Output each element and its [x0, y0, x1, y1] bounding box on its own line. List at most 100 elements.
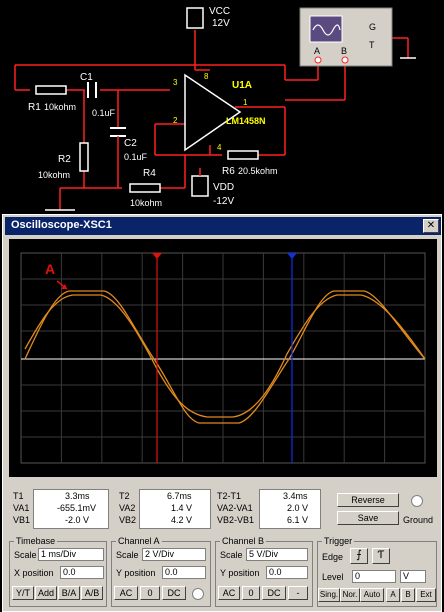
channel-b-dc-button[interactable]: DC — [262, 586, 286, 600]
timebase-scale-label: Scale — [14, 550, 37, 560]
vdd-value: -12V — [213, 196, 235, 207]
title-bar[interactable]: Oscilloscope-XSC1 ✕ — [5, 217, 441, 235]
trigger-title: Trigger — [322, 536, 355, 546]
channel-b-ac-button[interactable]: AC — [218, 586, 240, 600]
trigger-ext-button[interactable]: Ext — [416, 588, 436, 602]
window-title: Oscilloscope-XSC1 — [11, 219, 112, 231]
ba-button[interactable]: B/A — [58, 586, 80, 600]
opamp-name: U1A — [232, 80, 253, 91]
level-label: Level — [322, 572, 344, 582]
r1-value: 10kohm — [44, 102, 77, 112]
channel-a-ypos-field[interactable]: 0.0 — [162, 566, 206, 579]
falling-edge-icon[interactable]: Ƭ — [372, 548, 390, 564]
t2-value: 6.7ms — [167, 491, 192, 501]
vdd-label: VDD — [213, 182, 235, 193]
channel-b-title: Channel B — [220, 536, 267, 546]
timebase-group: Timebase Scale 1 ms/Div X position 0.0 Y… — [9, 536, 107, 607]
schematic-canvas: VCC 12V VDD -12V XSC1 A B G T R1 10kohm … — [0, 0, 444, 214]
add-button[interactable]: Add — [35, 586, 57, 600]
scope-port-b: B — [341, 46, 348, 56]
timebase-scale-field[interactable]: 1 ms/Div — [38, 548, 104, 561]
channel-a-ypos-label: Y position — [116, 568, 156, 578]
scope-port-a: A — [314, 46, 321, 56]
r4-name: R4 — [143, 168, 156, 179]
r2-name: R2 — [58, 154, 71, 165]
va2-label: VA2 — [119, 503, 136, 513]
t1-value: 3.3ms — [65, 491, 90, 501]
dva-value: 2.0 V — [287, 503, 309, 513]
trigger-a-button[interactable]: A — [386, 588, 400, 602]
trigger-b-button[interactable]: B — [401, 588, 415, 602]
channel-a-radio[interactable] — [192, 588, 204, 600]
va1-label: VA1 — [13, 503, 30, 513]
ground-radio[interactable] — [411, 495, 423, 507]
c1-value: 0.1uF — [92, 108, 116, 118]
annotation-label: A — [45, 261, 56, 277]
channel-b-scale-field[interactable]: 5 V/Div — [246, 548, 308, 561]
rising-edge-icon[interactable]: ⨍ — [350, 548, 368, 564]
auto-button[interactable]: Auto — [360, 588, 384, 602]
close-button[interactable]: ✕ — [423, 219, 439, 233]
dvb-label: VB2-VB1 — [217, 515, 255, 525]
vb2-label: VB2 — [119, 515, 137, 525]
r4-value: 10kohm — [130, 198, 163, 208]
dva-label: VA2-VA1 — [217, 503, 253, 513]
c2-name: C2 — [124, 138, 137, 149]
dt-label: T2-T1 — [217, 491, 242, 501]
channel-a-group: Channel A Scale 2 V/Div Y position 0.0 A… — [111, 536, 211, 607]
level-unit-field[interactable]: V — [400, 570, 426, 583]
va1-value: -655.1mV — [57, 503, 97, 513]
pin-3: 3 — [173, 78, 178, 87]
xpos-label: X position — [14, 568, 54, 578]
ground-label: Ground — [403, 515, 434, 525]
normal-button[interactable]: Nor. — [340, 588, 360, 602]
pin-1: 1 — [243, 98, 248, 107]
scope-port-g: G — [369, 22, 377, 32]
scope-screen[interactable]: A — [9, 239, 437, 477]
yt-button[interactable]: Y/T — [12, 586, 34, 600]
dt-value: 3.4ms — [283, 491, 308, 501]
pin-4: 4 — [217, 143, 222, 152]
channel-b-scale-label: Scale — [220, 550, 243, 560]
timebase-title: Timebase — [14, 536, 58, 546]
t2-label: T2 — [119, 491, 130, 501]
channel-b-ypos-field[interactable]: 0.0 — [266, 566, 308, 579]
vb1-label: VB1 — [13, 515, 31, 525]
opamp-model: LM1458N — [226, 116, 266, 126]
edge-label: Edge — [322, 552, 344, 562]
ab-button[interactable]: A/B — [81, 586, 103, 600]
r6-value: 20.5kohm — [238, 166, 278, 176]
dvb-value: 6.1 V — [287, 515, 309, 525]
r6-name: R6 — [222, 166, 235, 177]
va2-value: 1.4 V — [171, 503, 193, 513]
channel-a-ac-button[interactable]: AC — [114, 586, 138, 600]
vb2-value: 4.2 V — [171, 515, 193, 525]
channel-a-dc-button[interactable]: DC — [162, 586, 186, 600]
xpos-field[interactable]: 0.0 — [60, 566, 104, 579]
channel-a-scale-field[interactable]: 2 V/Div — [142, 548, 206, 561]
channel-a-title: Channel A — [116, 536, 162, 546]
channel-b-ypos-label: Y position — [220, 568, 260, 578]
level-field[interactable]: 0 — [352, 570, 396, 583]
vb1-value: -2.0 V — [65, 515, 90, 525]
channel-b-minus-button[interactable]: - — [288, 586, 308, 600]
t1-label: T1 — [13, 491, 24, 501]
single-button[interactable]: Sing. — [318, 588, 340, 602]
cursor-readouts: T1 VA1 VB1 3.3ms -655.1mV -2.0 V T2 VA2 … — [9, 489, 437, 533]
vcc-label: VCC — [209, 6, 231, 17]
c2-value: 0.1uF — [124, 152, 148, 162]
channel-a-scale-label: Scale — [116, 550, 139, 560]
r2-value: 10kohm — [38, 170, 71, 180]
channel-b-zero-button[interactable]: 0 — [242, 586, 260, 600]
vcc-value: 12V — [212, 18, 230, 29]
xsc-label: XSC1 — [350, 0, 371, 9]
oscilloscope-window: Oscilloscope-XSC1 ✕ A T1 VA1 VB1 3.3ms -… — [2, 214, 442, 612]
scope-display — [20, 252, 426, 464]
channel-a-zero-button[interactable]: 0 — [140, 586, 160, 600]
channel-b-group: Channel B Scale 5 V/Div Y position 0.0 A… — [215, 536, 313, 607]
pin-2: 2 — [173, 116, 178, 125]
reverse-button[interactable]: Reverse — [337, 493, 399, 507]
save-button[interactable]: Save — [337, 511, 399, 525]
r1-name: R1 — [28, 102, 41, 113]
c1-name: C1 — [80, 72, 93, 83]
